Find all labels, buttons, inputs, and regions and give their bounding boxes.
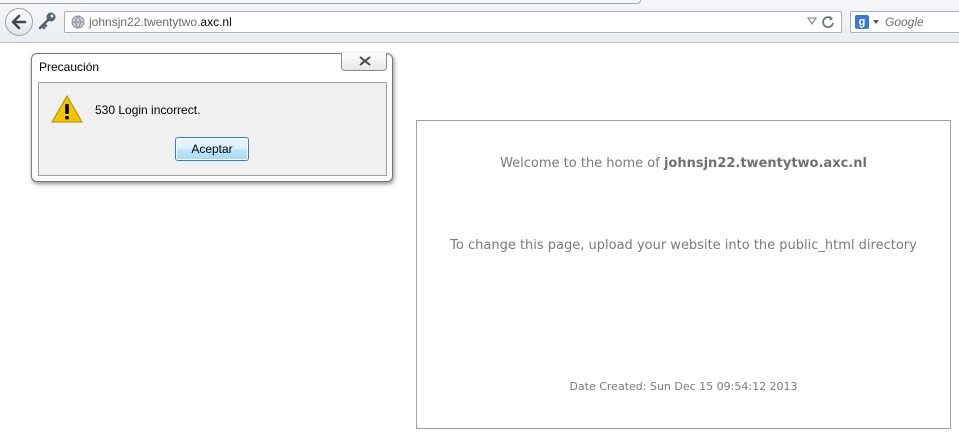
url-prefix: johnsjn22.twentytwo. [89, 15, 201, 29]
dialog-title: Precaución [39, 60, 100, 74]
upload-instructions: To change this page, upload your website… [450, 238, 917, 253]
accept-button[interactable]: Aceptar [175, 137, 249, 161]
welcome-domain: johnsjn22.twentytwo.axc.nl [663, 156, 867, 171]
search-bar[interactable]: g Google [850, 11, 959, 33]
back-button[interactable] [5, 8, 33, 36]
dialog-body: 530 Login incorrect. Aceptar [38, 82, 387, 176]
back-arrow-icon [11, 14, 27, 30]
key-icon [38, 12, 56, 30]
url-text[interactable]: johnsjn22.twentytwo.axc.nl [89, 15, 232, 29]
warning-icon [51, 95, 83, 123]
site-identity-button[interactable] [36, 11, 64, 33]
globe-icon [71, 15, 85, 29]
welcome-panel: Welcome to the home of johnsjn22.twentyt… [416, 120, 951, 429]
dialog-close-button[interactable] [341, 53, 387, 71]
browser-toolbar: johnsjn22.twentytwo.axc.nl g Google [0, 0, 959, 43]
dialog-message: 530 Login incorrect. [95, 103, 201, 117]
google-engine-icon[interactable]: g [855, 15, 869, 29]
engine-dropdown-icon[interactable] [873, 20, 879, 24]
alert-dialog: Precaución 530 Login incorrect. Aceptar [31, 53, 393, 182]
url-dropdown-icon[interactable] [807, 16, 817, 26]
welcome-message: Welcome to the home of johnsjn22.twentyt… [417, 156, 950, 171]
close-icon [359, 56, 371, 66]
url-domain: axc.nl [200, 15, 232, 29]
tab-strip-edge [0, 0, 641, 4]
date-created: Date Created: Sun Dec 15 09:54:12 2013 [569, 380, 798, 393]
reload-icon[interactable] [821, 15, 835, 29]
welcome-prefix: Welcome to the home of [500, 156, 664, 171]
search-placeholder: Google [885, 15, 924, 29]
address-bar[interactable]: johnsjn22.twentytwo.axc.nl [64, 11, 842, 33]
